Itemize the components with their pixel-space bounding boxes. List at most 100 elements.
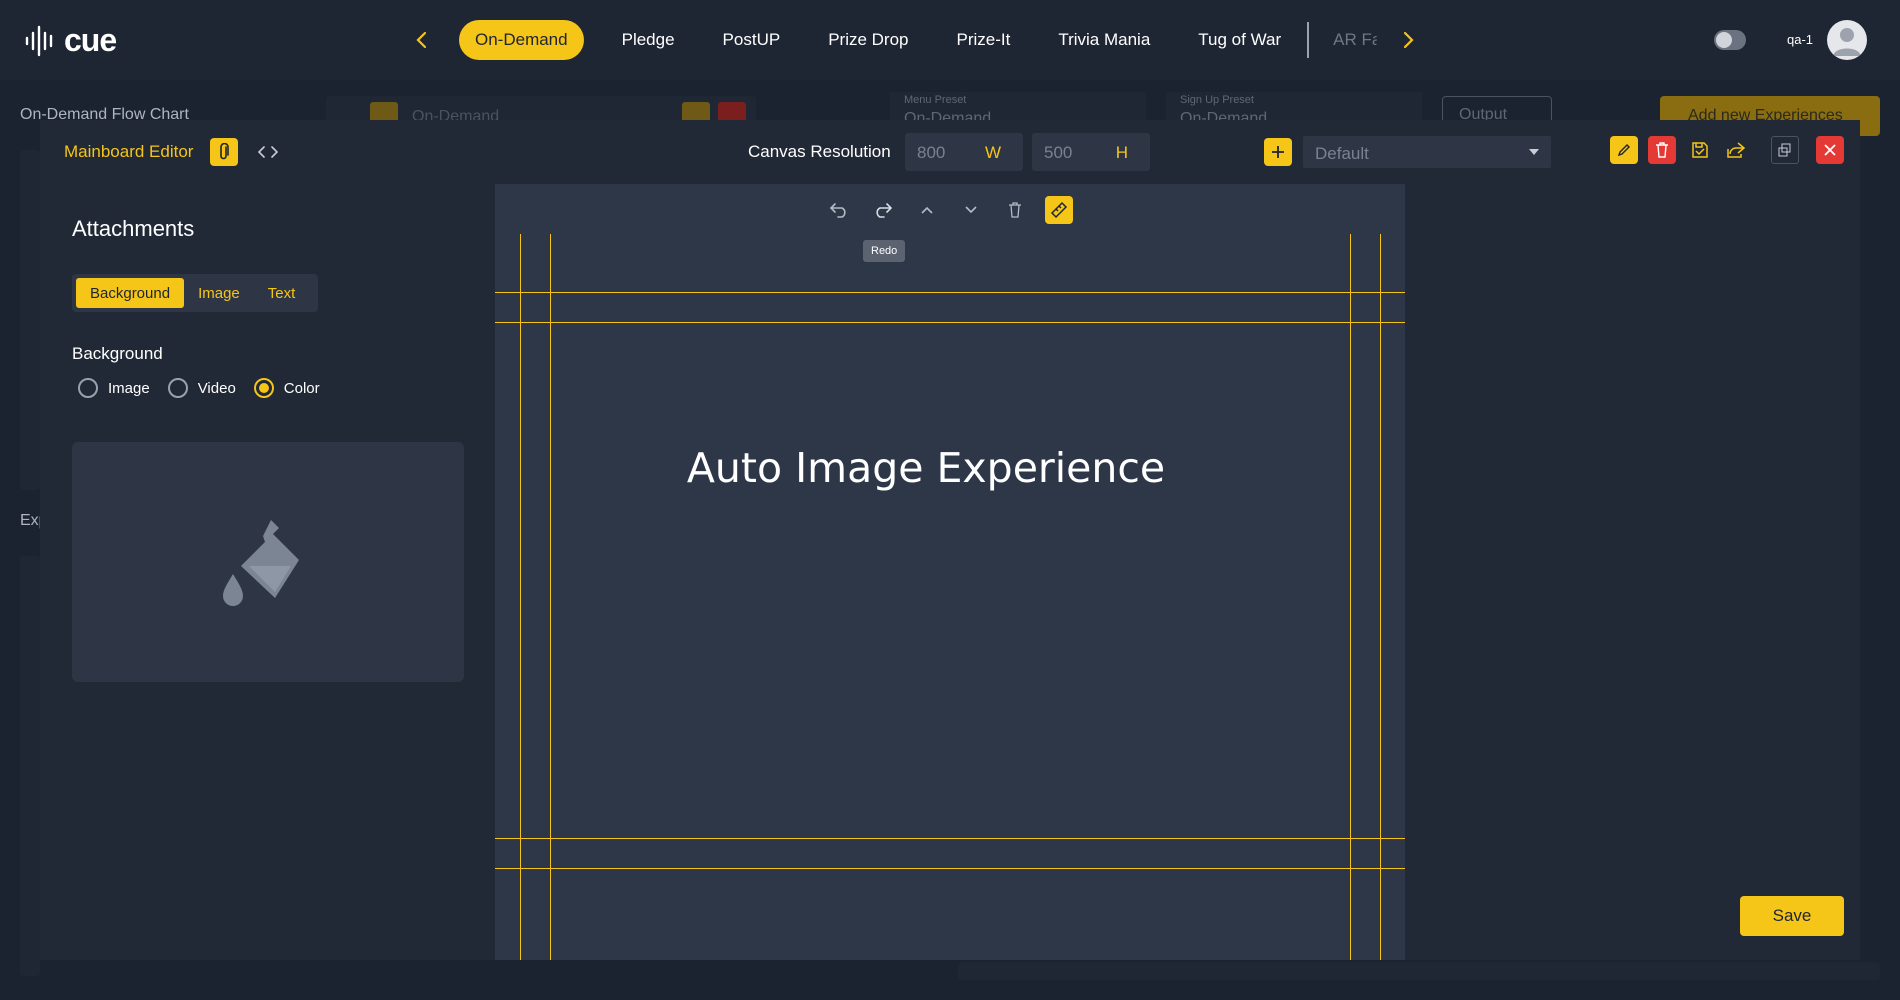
background-type-radios: Image Video Color [78,378,324,398]
tab-ar-overflow[interactable]: AR Fa [1309,20,1377,60]
code-view-button[interactable] [254,138,282,166]
guide-line [495,322,1405,323]
user-icon [1833,28,1861,56]
bg-panel-bottom-left [20,556,40,976]
undo-button[interactable] [825,196,853,224]
background-label: Background [72,344,163,363]
radio-label-color: Color [283,379,320,397]
close-icon [1824,144,1836,156]
radio-option-image[interactable]: Image [78,378,150,398]
canvas-height-value: 500 [1044,143,1073,162]
chevron-right-icon [1403,31,1414,49]
close-button[interactable] [1816,136,1844,164]
tab-pledge[interactable]: Pledge [598,20,699,60]
waveform-logo-icon [25,25,53,56]
canvas-height-unit: H [1115,143,1128,162]
plus-icon [1272,146,1284,158]
code-icon [258,146,278,158]
duplicate-button[interactable] [1771,136,1799,164]
tab-prize-drop[interactable]: Prize Drop [804,20,932,60]
logo-text: cue [64,22,117,58]
delete-button[interactable] [1648,136,1676,164]
caret-down-icon [1529,149,1539,155]
tab-tug-of-war[interactable]: Tug of War [1174,20,1305,60]
mainboard-editor-modal: Mainboard Editor Canvas Resolution 800 W… [40,120,1860,960]
toggle-knob [1716,32,1732,48]
canvas-width-input[interactable]: 800 W [905,133,1023,171]
top-nav: cue On-Demand Pledge PostUP Prize Drop P… [0,0,1900,80]
tab-prize-it[interactable]: Prize-It [933,20,1035,60]
canvas-width-value: 800 [917,143,946,162]
copy-icon [1778,143,1791,157]
chevron-down-icon [965,206,977,214]
move-down-button[interactable] [957,196,985,224]
add-preset-button[interactable] [1264,138,1292,166]
radio-option-color[interactable]: Color [253,378,320,398]
canvas-text-element[interactable]: Auto Image Experience [495,444,1357,492]
chevron-left-icon [416,31,427,49]
avatar[interactable] [1827,20,1867,60]
undo-icon [829,203,846,218]
radio-label-image: Image [108,379,150,397]
bg-panel-bottom-right [958,962,1880,980]
guide-line [550,234,551,960]
tab-trivia-mania[interactable]: Trivia Mania [1034,20,1174,60]
attachments-title: Attachments [72,216,195,241]
pencil-icon [1617,144,1630,157]
guide-line [495,868,1405,869]
save-button[interactable]: Save [1740,896,1844,936]
redo-icon [876,203,893,218]
radio-label-video: Video [197,379,236,397]
editor-canvas[interactable]: Redo Auto Image Experience [495,184,1405,960]
paint-bucket-icon [223,520,299,606]
guide-line [1380,234,1381,960]
canvas-height-input[interactable]: 500 H [1032,133,1150,171]
edit-button[interactable] [1610,136,1638,164]
bg-panel-left [20,150,40,490]
attach-button[interactable] [210,138,238,166]
move-up-button[interactable] [913,196,941,224]
ruler-toggle-button[interactable] [1045,196,1073,224]
guide-line [520,234,521,960]
tab-postup[interactable]: PostUP [699,20,805,60]
menu-preset-label: Menu Preset [904,94,967,106]
canvas-resolution-label: Canvas Resolution [748,142,891,161]
tab-background[interactable]: Background [76,278,185,308]
guide-line [1350,234,1351,960]
modal-header: Mainboard Editor Canvas Resolution 800 W… [40,120,1860,184]
trash-icon [1009,202,1021,218]
preset-select-value: Default [1315,144,1369,163]
chevron-up-icon [921,206,933,214]
attachment-tabs: Background Image Text [72,274,318,312]
logo[interactable]: cue [24,22,117,59]
nav-tabs: On-Demand Pledge PostUP Prize Drop Prize… [459,20,1377,60]
tab-text[interactable]: Text [254,278,310,308]
canvas-width-unit: W [984,143,1001,162]
paperclip-icon [220,143,229,160]
save-icon [1692,142,1708,158]
nav-prev-arrow[interactable] [408,26,436,54]
redo-tooltip: Redo [863,240,906,262]
guide-line [495,292,1405,293]
tab-on-demand[interactable]: On-Demand [459,20,584,60]
radio-image[interactable] [78,378,98,398]
tab-image[interactable]: Image [184,278,254,308]
canvas-toolbar [825,196,1073,224]
ruler-icon [1050,201,1068,219]
user-name: qa-1 [1787,32,1814,47]
signup-preset-label: Sign Up Preset [1180,94,1254,106]
redo-button[interactable] [869,196,897,224]
radio-color[interactable] [253,378,274,398]
radio-option-video[interactable]: Video [167,378,236,398]
share-button[interactable] [1722,136,1750,164]
delete-layer-button[interactable] [1001,196,1029,224]
guide-line [495,838,1405,839]
share-icon [1727,142,1746,158]
preset-select[interactable]: Default [1303,136,1551,168]
color-picker-preview[interactable] [72,442,464,682]
trash-icon [1656,142,1668,158]
theme-toggle[interactable] [1714,30,1746,50]
radio-video[interactable] [167,378,188,398]
nav-next-arrow[interactable] [1394,26,1422,54]
save-preset-button[interactable] [1686,136,1714,164]
